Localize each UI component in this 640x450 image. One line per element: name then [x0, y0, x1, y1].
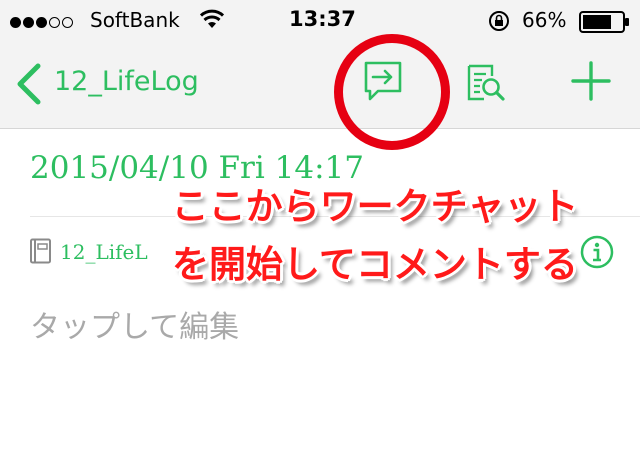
- annotation-line-2: を開始してコメントする: [172, 243, 578, 286]
- annotation-text: ここからワークチャット を開始してコメントする: [140, 178, 610, 294]
- carrier-name: SoftBank: [90, 8, 180, 32]
- wifi-icon: [199, 9, 225, 33]
- note-search-icon[interactable]: [464, 62, 506, 108]
- signal-strength-icon: [10, 13, 75, 32]
- battery-icon: [579, 11, 631, 37]
- clock: 13:37: [289, 7, 356, 31]
- status-bar: SoftBank 13:37 66%: [0, 0, 640, 40]
- battery-percent: 66%: [522, 8, 567, 32]
- add-note-icon[interactable]: [570, 60, 612, 106]
- notebook-icon[interactable]: [29, 238, 53, 268]
- note-body-placeholder[interactable]: タップして編集: [30, 302, 239, 346]
- navigation-bar: 12_LifeLog: [0, 40, 640, 129]
- back-label[interactable]: 12_LifeLog: [54, 66, 199, 97]
- highlight-circle: [334, 34, 450, 150]
- notebook-label[interactable]: 12_LifeL: [60, 240, 148, 264]
- back-button[interactable]: [12, 62, 46, 110]
- rotation-lock-icon: [488, 10, 510, 36]
- annotation-line-1: ここからワークチャット: [171, 185, 579, 228]
